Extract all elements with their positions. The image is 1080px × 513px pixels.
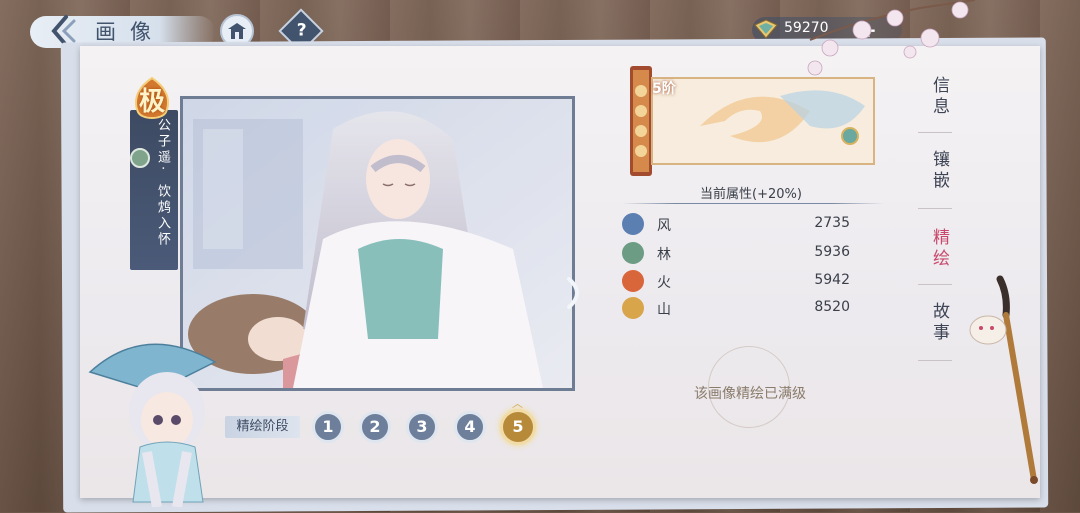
tab-divider: [918, 360, 952, 361]
attributes-title: 当前属性(+20%): [700, 187, 802, 202]
card-name-line2: 饮鸩入怀: [155, 184, 170, 248]
stat-value: 5936: [814, 244, 850, 260]
card-portrait[interactable]: [180, 96, 575, 391]
stat-name: 林: [657, 247, 671, 263]
stage-button-4[interactable]: 4: [454, 411, 486, 443]
stage-label: 精绘阶段: [225, 416, 300, 438]
wind-icon: [622, 213, 644, 235]
stat-value: 5942: [814, 272, 850, 288]
tab-divider: [918, 284, 952, 285]
mountain-icon: [622, 297, 644, 319]
stat-value: 2735: [814, 215, 850, 231]
tier-label: 5阶: [652, 81, 676, 97]
tab-story[interactable]: 故事: [920, 302, 952, 344]
stat-row-fire: 火 5942: [622, 270, 862, 292]
brush-decoration: [969, 275, 1038, 484]
stat-row-wind: 风 2735: [622, 213, 862, 235]
tab-divider: [918, 208, 952, 209]
stat-name: 火: [657, 275, 671, 291]
stage-button-1[interactable]: 1: [312, 411, 344, 443]
stage-button-2[interactable]: 2: [359, 411, 391, 443]
tree-icon: [622, 242, 644, 264]
stat-row-mountain: 山 8520: [622, 297, 862, 319]
stage-button-5[interactable]: 5: [500, 409, 536, 445]
maxed-text: 该画像精绘已满级: [694, 386, 806, 402]
help-label: ?: [296, 20, 307, 41]
stat-value: 8520: [814, 299, 850, 315]
stage-button-3[interactable]: 3: [406, 411, 438, 443]
fire-icon: [622, 270, 644, 292]
rank-label: 极: [138, 86, 165, 117]
currency-icon: [754, 19, 778, 39]
house-icon: [228, 23, 246, 39]
stat-name: 山: [657, 302, 671, 318]
element-tree-icon: [130, 148, 150, 168]
card-name-line1: 公子遥·: [155, 118, 170, 174]
next-arrow-icon[interactable]: [565, 275, 587, 311]
attributes-divider: [622, 203, 884, 204]
tab-divider: [918, 132, 952, 133]
rank-badge: 极: [130, 76, 174, 122]
stat-row-forest: 林 5936: [622, 242, 862, 264]
tab-refine[interactable]: 精绘: [920, 228, 952, 270]
tab-inlay[interactable]: 镶嵌: [920, 150, 952, 192]
tab-info[interactable]: 信息: [920, 76, 952, 118]
stat-name: 风: [657, 218, 671, 234]
chibi-character: [88, 343, 217, 507]
